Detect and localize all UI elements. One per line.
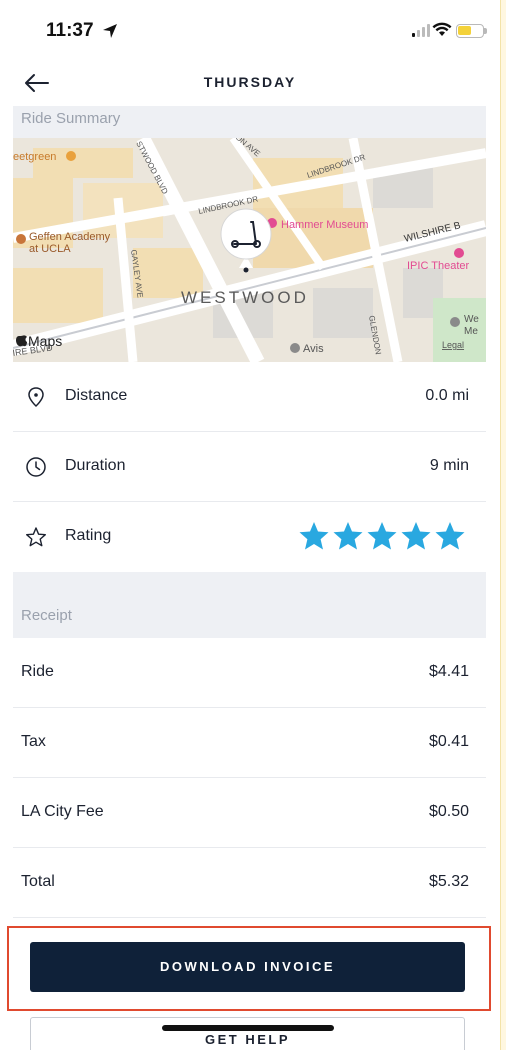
rating-star-icon [299,522,329,550]
status-time: 11:37 [46,20,94,41]
receipt-total-label: Total [21,873,55,890]
rating-label: Rating [65,527,112,544]
receipt-item-value: $4.41 [428,663,469,680]
receipt-row-ride: Ride $4.41 [13,638,486,708]
download-invoice-button[interactable]: DOWNLOAD INVOICE [30,942,465,992]
rating-star-icon [367,522,397,550]
clock-icon [26,457,46,477]
distance-value: 0.0 mi [425,387,469,404]
maps-logo: Maps [28,333,62,349]
receipt-item-value: $0.50 [428,803,469,820]
page-title: THURSDAY [203,74,297,90]
distance-label: Distance [65,387,128,404]
map-label-me: Me [464,326,478,337]
map-label-avis: Avis [303,343,324,355]
receipt-item-label: Tax [21,733,46,750]
rating-star-icon [333,522,363,550]
receipt-row-tax: Tax $0.41 [13,708,486,778]
rating-star-icon [401,522,431,550]
window-edge [500,0,506,1050]
receipt-row-total: Total $5.32 [13,848,486,918]
rating-stars [298,520,466,552]
map-label-geffen-2: at UCLA [29,243,71,255]
status-bar: 11:37 [0,0,500,60]
duration-value: 9 min [429,457,469,474]
ride-map[interactable]: eetgreen STWOOD BLVD ON AVE LINDBROOK DR… [13,138,486,362]
battery-icon [456,24,487,38]
receipt-heading: Receipt [13,572,486,638]
location-pin-icon [28,387,44,408]
star-outline-icon [26,527,46,547]
map-legal-link[interactable]: Legal [442,340,464,350]
map-label-geffen: Geffen Academy [29,231,111,243]
ride-detail-screen: 11:37 THURSDAY Ride Summary eetgreen STW… [0,0,500,1050]
distance-row: Distance 0.0 mi [13,362,486,432]
duration-row: Duration 9 min [13,432,486,502]
home-indicator [162,1025,334,1031]
rating-row: Rating [13,502,486,572]
get-help-button[interactable]: GET HELP [30,1017,465,1050]
map-label-we: We [464,314,479,325]
map-label-ipic: IPIC Theater [407,260,469,272]
receipt-total-value: $5.32 [428,873,469,890]
ride-summary-heading: Ride Summary [13,106,486,138]
rating-star-icon [435,522,465,550]
duration-label: Duration [65,457,126,474]
map-label-hammer: Hammer Museum [281,219,368,231]
receipt-item-value: $0.41 [428,733,469,750]
wifi-icon [432,22,452,36]
receipt-item-label: Ride [21,663,54,680]
receipt-item-label: LA City Fee [21,803,104,820]
location-arrow-icon [103,24,117,38]
cellular-signal-icon [412,24,430,37]
map-label-eetgreen: eetgreen [13,151,56,163]
map-canvas: eetgreen STWOOD BLVD ON AVE LINDBROOK DR… [13,138,486,362]
map-label-westwood: WESTWOOD [181,288,309,307]
receipt-row-city-fee: LA City Fee $0.50 [13,778,486,848]
page-header: THURSDAY [0,62,500,106]
